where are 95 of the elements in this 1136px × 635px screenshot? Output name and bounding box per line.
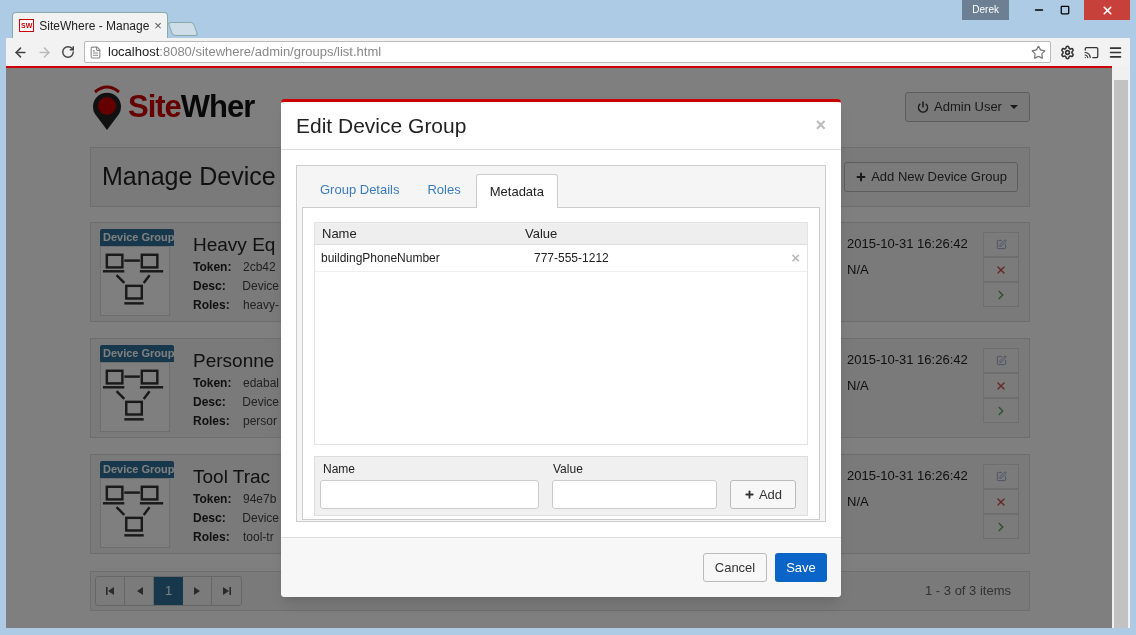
open-button[interactable] (983, 514, 1019, 539)
field-value: Device (242, 394, 279, 411)
name-input[interactable] (320, 480, 539, 509)
group-name: Heavy Eq (193, 233, 277, 257)
user-menu-button[interactable]: Admin User (905, 92, 1030, 122)
reload-icon[interactable] (61, 45, 75, 59)
dialog-tab[interactable]: Roles (414, 173, 474, 207)
page-button[interactable]: 1 (154, 577, 183, 605)
close-icon (995, 495, 1007, 508)
computers-icon (100, 362, 170, 432)
star-icon[interactable] (1031, 44, 1046, 60)
column-header: Value (525, 224, 558, 243)
scrollbar[interactable] (1112, 66, 1130, 628)
logo-text: SiteWher (128, 87, 255, 126)
field-value: Device (242, 510, 279, 527)
edit-icon (995, 239, 1007, 250)
page-title: Manage Device (102, 161, 276, 193)
items-summary: 1 - 3 of 3 items (925, 582, 1011, 601)
open-button[interactable] (983, 398, 1019, 423)
edit-button[interactable] (983, 348, 1019, 373)
url-text: localhost:8080/sitewhere/admin/groups/list.html (108, 43, 383, 62)
column-header: Name (322, 224, 358, 243)
group-name: Personne (193, 349, 276, 373)
field-label: Name (323, 461, 356, 478)
field-value: persor (243, 413, 277, 430)
close-icon (995, 379, 1007, 392)
computers-icon (100, 478, 170, 548)
close-button[interactable] (1084, 0, 1130, 20)
field-value: tool-tr (243, 529, 274, 546)
field-value: Device (242, 278, 279, 295)
group-name: Tool Trac (193, 465, 272, 489)
tab-title: SiteWhere - Manage (39, 17, 150, 35)
value-input[interactable] (552, 480, 717, 509)
updated-date: N/A (847, 492, 870, 511)
created-date: 2015-10-31 16:26:42 (847, 235, 969, 253)
delete-button[interactable] (983, 489, 1019, 514)
table-cell-text: 777-555-1212 (534, 250, 610, 267)
created-date: 2015-10-31 16:26:42 (847, 467, 969, 485)
device-group-badge: Device Group (100, 461, 174, 478)
field-label: Roles: (193, 413, 231, 430)
edit-icon (995, 355, 1007, 366)
close-icon (1100, 3, 1114, 17)
add-group-button[interactable]: Add New Device Group (844, 162, 1018, 192)
logo-icon (90, 82, 124, 132)
edit-button[interactable] (983, 464, 1019, 489)
table-cell-text: buildingPhoneNumber (321, 250, 441, 267)
field-label: Token: (193, 375, 233, 392)
field-label: Value (553, 461, 584, 478)
settings-icon[interactable] (1060, 44, 1075, 60)
delete-button[interactable] (983, 373, 1019, 398)
updated-date: N/A (847, 260, 870, 279)
add-button[interactable]: Add (730, 480, 796, 509)
field-label: Token: (193, 259, 233, 276)
field-value: edabal (242, 375, 279, 392)
caret-right-icon (192, 587, 202, 595)
field-label: Desc: (193, 278, 227, 295)
back-icon[interactable] (13, 44, 28, 60)
field-value: 94e7b (243, 491, 277, 508)
field-label: Desc: (193, 510, 227, 527)
field-value: heavy- (242, 297, 279, 314)
edit-button[interactable] (983, 232, 1019, 257)
dialog-tab[interactable]: Metadata (475, 174, 558, 208)
device-group-badge: Device Group (100, 229, 174, 246)
computers-icon (100, 246, 170, 316)
dialog-tab[interactable]: Group Details (307, 173, 413, 207)
updated-date: N/A (847, 376, 870, 395)
edit-icon (995, 471, 1007, 482)
field-label: Desc: (193, 394, 227, 411)
new-tab-button[interactable] (167, 22, 199, 36)
skip-end-icon (222, 587, 231, 595)
address-field[interactable]: localhost:8080/sitewhere/admin/groups/list.html (84, 41, 1051, 63)
skip-start-icon (105, 587, 115, 595)
tab-close[interactable]: × (154, 15, 162, 36)
plus-icon (743, 489, 755, 500)
field-label: Token: (193, 491, 233, 508)
maximize-icon (1060, 5, 1070, 15)
device-group-badge: Device Group (100, 345, 174, 362)
save-button[interactable]: Save (775, 553, 827, 582)
delete-button[interactable] (983, 257, 1019, 282)
cancel-button[interactable]: Cancel (703, 553, 767, 582)
open-button[interactable] (983, 282, 1019, 307)
created-date: 2015-10-31 16:26:42 (847, 351, 969, 369)
field-value: 2cb42 (243, 259, 276, 276)
plus-icon (855, 171, 868, 183)
page-icon (89, 45, 102, 59)
user-name: Derek (962, 0, 1009, 20)
cast-icon[interactable] (1084, 44, 1099, 60)
power-icon (917, 101, 930, 113)
menu-icon[interactable] (1108, 44, 1123, 60)
close-icon (995, 263, 1007, 276)
caret-down-icon (1009, 105, 1018, 109)
forward-icon[interactable] (37, 44, 52, 60)
field-label: Roles: (193, 529, 231, 546)
field-label: Roles: (193, 297, 231, 314)
dialog-title: Edit Device Group (296, 112, 467, 139)
